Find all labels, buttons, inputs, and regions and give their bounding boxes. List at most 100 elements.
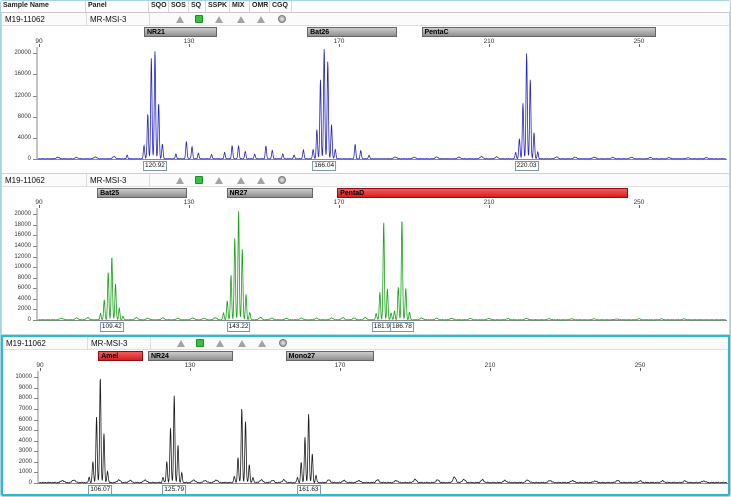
- flag-cell: [151, 337, 171, 350]
- marker-bar-mono27[interactable]: Mono27: [286, 351, 374, 361]
- flag-cell: [208, 337, 232, 350]
- trace-svg: [2, 208, 730, 321]
- peak-label-row: 106.07 125.79 161.63: [3, 484, 728, 496]
- y-tick-label: 1000: [3, 469, 32, 476]
- peak-size-label[interactable]: 166.04: [312, 161, 336, 171]
- panel-name[interactable]: MR-MSI-3: [87, 13, 150, 26]
- quality-pass-icon[interactable]: [195, 176, 203, 184]
- sample-name[interactable]: M19-11062: [2, 174, 87, 187]
- header-col-sq: SQ: [189, 1, 206, 12]
- flag-cell: [191, 337, 208, 350]
- flag-cell: [170, 174, 190, 187]
- y-tick-mark: [34, 388, 38, 389]
- y-tick-label: 2000: [2, 306, 31, 313]
- y-tick-mark: [34, 472, 38, 473]
- warning-triangle-icon[interactable]: [215, 16, 223, 23]
- y-tick-mark: [33, 267, 37, 268]
- warning-triangle-icon[interactable]: [176, 177, 184, 184]
- sample-name[interactable]: M19-11062: [2, 13, 87, 26]
- panel-info-row: M19-11062 MR-MSI-3: [2, 13, 729, 26]
- peak-label-row: 109.42143.22181.92186.78: [2, 321, 729, 334]
- y-tick-mark: [34, 398, 38, 399]
- warning-triangle-icon[interactable]: [258, 340, 266, 347]
- quality-sphere-icon[interactable]: [278, 176, 286, 184]
- y-tick-label: 16000: [2, 71, 31, 78]
- flag-cell: [231, 13, 251, 26]
- y-tick-mark: [33, 299, 37, 300]
- flag-cell: [252, 337, 272, 350]
- peak-size-label[interactable]: 106.07: [88, 485, 112, 495]
- quality-pass-icon[interactable]: [196, 339, 204, 347]
- y-tick-mark: [33, 235, 37, 236]
- warning-triangle-icon[interactable]: [237, 177, 245, 184]
- plot-area[interactable]: 040008000120001600020000: [2, 47, 729, 160]
- peak-size-label[interactable]: 109.42: [100, 322, 124, 332]
- warning-triangle-icon[interactable]: [177, 340, 185, 347]
- y-tick-label: 3000: [3, 448, 32, 455]
- quality-sphere-icon[interactable]: [279, 339, 287, 347]
- y-tick-label: 8000: [2, 275, 31, 282]
- flag-cell: [171, 337, 191, 350]
- warning-triangle-icon[interactable]: [257, 177, 265, 184]
- empty-flag-cell: [157, 339, 165, 347]
- warning-triangle-icon[interactable]: [215, 177, 223, 184]
- electropherogram-panel-1[interactable]: M19-11062 MR-MSI-3 NR21Bat26PentaC 90130…: [1, 13, 730, 174]
- marker-bar-amel[interactable]: Amel: [98, 351, 143, 361]
- y-tick-label: 14000: [2, 243, 31, 250]
- y-tick-mark: [34, 451, 38, 452]
- warning-triangle-icon[interactable]: [216, 340, 224, 347]
- peak-size-label[interactable]: 125.79: [162, 485, 186, 495]
- y-tick-label: 12000: [2, 254, 31, 261]
- electropherogram-panel-3[interactable]: M19-11062 MR-MSI-3 AmelNR24Mono27 901301…: [1, 335, 730, 496]
- empty-flag-cell: [156, 15, 164, 23]
- electropherogram-panel-2[interactable]: M19-11062 MR-MSI-3 Bat25 NR27 PentaD 90130…: [1, 174, 730, 335]
- y-tick-label: 2000: [3, 459, 32, 466]
- y-tick-label: 4000: [2, 296, 31, 303]
- warning-triangle-icon[interactable]: [238, 340, 246, 347]
- marker-bar-nr24[interactable]: NR24: [148, 351, 233, 361]
- marker-bar-pentac[interactable]: PentaC: [422, 27, 656, 37]
- trace-path: [39, 379, 727, 483]
- x-axis-labels: 90130170210250: [2, 199, 729, 208]
- quality-sphere-icon[interactable]: [278, 15, 286, 23]
- warning-triangle-icon[interactable]: [257, 16, 265, 23]
- y-tick-label: 6000: [2, 285, 31, 292]
- marker-bar-pentad[interactable]: PentaD: [337, 188, 628, 198]
- warning-triangle-icon[interactable]: [237, 16, 245, 23]
- fragment-analysis-window: Sample NamePanelSQOSOSSQSSPKMIXOMRCGQ M1…: [0, 0, 731, 497]
- marker-bar-bat25[interactable]: Bat25: [97, 188, 187, 198]
- plot-area[interactable]: 0100020003000400050006000700080009000100…: [3, 371, 728, 484]
- marker-row: Amel NR24 Mono27: [3, 350, 728, 362]
- peak-size-label[interactable]: 120.92: [143, 161, 167, 171]
- marker-bar-bat26[interactable]: Bat26: [307, 27, 397, 37]
- flag-cell: [231, 174, 251, 187]
- peak-label-row: 120.92 166.04 220.03: [2, 160, 729, 173]
- y-tick-label: 8000: [2, 114, 31, 121]
- sample-name[interactable]: M19-11062: [3, 337, 88, 350]
- peak-size-label[interactable]: 161.63: [297, 485, 321, 495]
- flag-cell: [272, 337, 294, 350]
- y-tick-label: 20000: [2, 211, 31, 218]
- panel-name[interactable]: MR-MSI-3: [87, 174, 150, 187]
- panel-name[interactable]: MR-MSI-3: [88, 337, 151, 350]
- warning-triangle-icon[interactable]: [176, 16, 184, 23]
- peak-size-label[interactable]: 143.22: [227, 322, 251, 332]
- peak-size-label[interactable]: 220.03: [515, 161, 539, 171]
- y-tick-label: 7000: [3, 406, 32, 413]
- panel-info-row: M19-11062 MR-MSI-3: [2, 174, 729, 187]
- marker-bar-nr27[interactable]: NR27: [227, 188, 313, 198]
- quality-pass-icon[interactable]: [195, 15, 203, 23]
- header-col-sqo: SQO: [149, 1, 169, 12]
- y-tick-mark: [33, 96, 37, 97]
- column-header-row: Sample NamePanelSQOSOSSQSSPKMIXOMRCGQ: [1, 1, 730, 13]
- plot-area[interactable]: 0200040006000800010000120001400016000180…: [2, 208, 729, 321]
- y-tick-mark: [33, 214, 37, 215]
- flag-cell: [271, 174, 293, 187]
- panel-info-row: M19-11062 MR-MSI-3: [3, 337, 728, 350]
- y-tick-mark: [33, 74, 37, 75]
- y-tick-label: 6000: [3, 417, 32, 424]
- peak-size-label[interactable]: 186.78: [390, 322, 414, 332]
- marker-bar-nr21[interactable]: NR21: [144, 27, 217, 37]
- flag-cell: [232, 337, 252, 350]
- y-tick-mark: [34, 430, 38, 431]
